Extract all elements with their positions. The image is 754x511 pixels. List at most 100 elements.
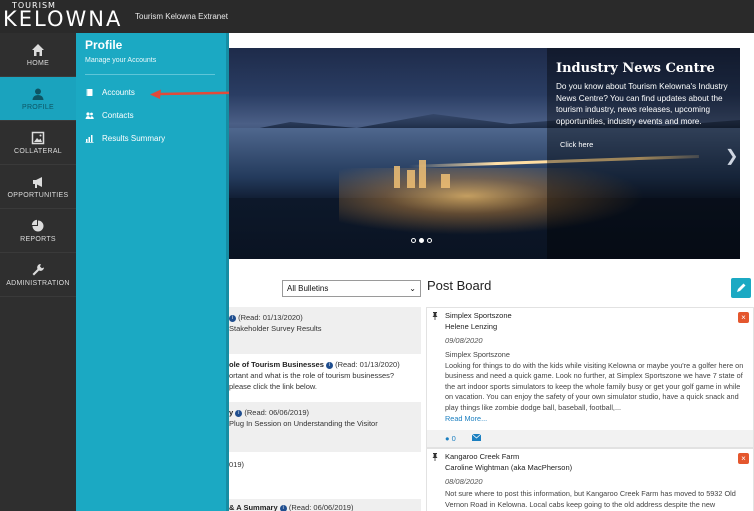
wrench-icon bbox=[32, 263, 44, 275]
bulletin-desc: Plug In Session on Understanding the Vis… bbox=[229, 419, 378, 428]
nav-label-reports: REPORTS bbox=[20, 235, 56, 243]
hero-caption-overlay bbox=[547, 48, 740, 259]
nav-item-home[interactable]: HOME bbox=[0, 33, 76, 77]
pin-icon bbox=[432, 453, 438, 461]
hero-title: Industry News Centre bbox=[556, 61, 715, 76]
pencil-icon bbox=[737, 283, 746, 292]
envelope-icon[interactable] bbox=[472, 434, 481, 441]
bulletin-title: & A Summary bbox=[229, 503, 278, 511]
nav-label-collateral: COLLATERAL bbox=[14, 147, 62, 155]
edit-post-button[interactable] bbox=[731, 278, 751, 298]
bulletin-desc: 019) bbox=[229, 460, 245, 469]
flyout-subtitle: Manage your Accounts bbox=[85, 57, 157, 64]
profile-flyout-menu: Profile Manage your Accounts Accounts Co… bbox=[76, 33, 229, 511]
nav-label-home: HOME bbox=[26, 59, 50, 67]
flyout-divider bbox=[85, 74, 215, 75]
hero-click-here-link[interactable]: Click here bbox=[560, 140, 593, 149]
post-body: Simplex Sportszone Looking for things to… bbox=[445, 350, 745, 424]
info-icon: i bbox=[279, 504, 287, 511]
bulletin-read-date: (Read: 01/13/2020) bbox=[335, 360, 400, 369]
delete-post-button[interactable]: × bbox=[738, 453, 749, 464]
post-author: Helene Lenzing bbox=[445, 322, 498, 331]
main-content: Industry News Centre Do you know about T… bbox=[229, 33, 754, 511]
carousel-dots bbox=[411, 238, 432, 243]
post-board-title: Post Board bbox=[427, 278, 492, 293]
carousel-dot[interactable] bbox=[427, 238, 432, 243]
post-organization[interactable]: Simplex Sportszone bbox=[445, 311, 512, 320]
nav-label-opportunities: OPPORTUNITIES bbox=[7, 191, 69, 199]
nav-item-profile[interactable]: PROFILE bbox=[0, 77, 76, 121]
tourism-kelowna-logo[interactable]: TOURISM KELOWNA bbox=[0, 0, 120, 33]
post-organization[interactable]: Kangaroo Creek Farm bbox=[445, 452, 519, 461]
flyout-item-results-summary-label: Results Summary bbox=[102, 134, 166, 143]
bulletin-item[interactable]: ole of Tourism Businesses i (Read: 01/13… bbox=[229, 354, 421, 402]
carousel-dot[interactable] bbox=[419, 238, 424, 243]
image-icon bbox=[31, 131, 45, 144]
bulletin-item[interactable]: 019) bbox=[229, 452, 421, 499]
pin-icon bbox=[432, 312, 438, 320]
bar-chart-icon bbox=[85, 135, 94, 143]
post-body-text: Not sure where to post this information,… bbox=[445, 489, 736, 509]
bulletin-read-date: (Read: 01/13/2020) bbox=[238, 313, 303, 322]
nav-label-administration: ADMINISTRATION bbox=[6, 279, 70, 287]
user-icon bbox=[32, 88, 44, 100]
book-icon bbox=[86, 89, 93, 96]
post-item: Kangaroo Creek Farm Caroline Wightman (a… bbox=[426, 448, 754, 511]
nav-item-administration[interactable]: ADMINISTRATION bbox=[0, 253, 76, 297]
bulletins-filter-select[interactable]: All Bulletins ⌄ bbox=[282, 280, 421, 297]
bulletin-title: y bbox=[229, 408, 234, 417]
flyout-item-results-summary[interactable]: Results Summary bbox=[85, 134, 165, 143]
post-date: 09/08/2020 bbox=[445, 336, 483, 345]
nav-item-reports[interactable]: REPORTS bbox=[0, 209, 76, 253]
bulletin-item[interactable]: i (Read: 01/13/2020) Stakeholder Survey … bbox=[229, 307, 421, 354]
carousel-next-icon[interactable]: ❯ bbox=[725, 146, 738, 166]
hero-tower bbox=[419, 160, 426, 188]
post-item: Simplex Sportszone Helene Lenzing 09/08/… bbox=[426, 307, 754, 448]
hero-body: Do you know about Tourism Kelowna's Indu… bbox=[556, 82, 728, 126]
bulletin-item[interactable]: & A Summary i (Read: 06/06/2019) bbox=[229, 499, 421, 511]
app-root: TOURISM KELOWNA Tourism Kelowna Extranet… bbox=[0, 0, 754, 511]
bulletin-read-date: (Read: 06/06/2019) bbox=[288, 503, 354, 511]
home-icon bbox=[32, 43, 44, 56]
bulletin-desc: Stakeholder Survey Results bbox=[229, 324, 322, 333]
megaphone-icon bbox=[33, 176, 42, 188]
hero-tower bbox=[441, 174, 450, 188]
comment-count: 0 bbox=[451, 434, 456, 443]
post-body-title: Simplex Sportszone bbox=[445, 350, 510, 359]
pie-chart-icon bbox=[31, 219, 44, 231]
top-bar: TOURISM KELOWNA Tourism Kelowna Extranet bbox=[0, 0, 754, 33]
bulletin-title: ole of Tourism Businesses bbox=[229, 360, 324, 369]
nav-item-collateral[interactable]: COLLATERAL bbox=[0, 121, 76, 165]
nav-label-profile: PROFILE bbox=[21, 103, 55, 111]
bulletins-filter-value: All Bulletins bbox=[287, 284, 329, 293]
comments-button[interactable]: ● 0 bbox=[445, 434, 456, 443]
post-author: Caroline Wightman (aka MacPherson) bbox=[445, 463, 573, 472]
flyout-item-accounts[interactable]: Accounts bbox=[85, 88, 135, 97]
bulletin-desc: please click the link below. bbox=[229, 382, 317, 391]
bulletin-item[interactable]: y i (Read: 06/06/2019) Plug In Session o… bbox=[229, 402, 421, 452]
flyout-item-contacts[interactable]: Contacts bbox=[85, 111, 134, 120]
info-icon: i bbox=[235, 409, 243, 417]
hero-tower bbox=[407, 170, 415, 188]
info-icon: i bbox=[325, 361, 333, 369]
bulletin-desc: ortant and what is the role of tourism b… bbox=[229, 371, 395, 380]
delete-post-button[interactable]: × bbox=[738, 312, 749, 323]
post-board-list: Simplex Sportszone Helene Lenzing 09/08/… bbox=[426, 307, 754, 511]
carousel-dot[interactable] bbox=[411, 238, 416, 243]
chevron-down-icon: ⌄ bbox=[409, 284, 416, 293]
users-icon bbox=[85, 112, 94, 119]
post-footer: ● 0 bbox=[427, 430, 753, 447]
nav-item-opportunities[interactable]: OPPORTUNITIES bbox=[0, 165, 76, 209]
read-more-link[interactable]: Read More... bbox=[445, 414, 745, 425]
post-date: 08/08/2020 bbox=[445, 477, 483, 486]
bulletin-read-date: (Read: 06/06/2019) bbox=[244, 408, 309, 417]
flyout-title: Profile bbox=[85, 38, 123, 52]
left-nav: HOME PROFILE COLLATERAL OPPORTUNITIES RE… bbox=[0, 33, 76, 511]
hero-tower bbox=[394, 166, 400, 188]
hero-carousel[interactable]: Industry News Centre Do you know about T… bbox=[229, 48, 740, 259]
flyout-item-accounts-label: Accounts bbox=[102, 88, 135, 97]
bulletins-list: i (Read: 01/13/2020) Stakeholder Survey … bbox=[229, 307, 421, 511]
logo-big-text: KELOWNA bbox=[3, 7, 123, 31]
flyout-item-contacts-label: Contacts bbox=[102, 111, 134, 120]
app-title: Tourism Kelowna Extranet bbox=[135, 12, 228, 21]
